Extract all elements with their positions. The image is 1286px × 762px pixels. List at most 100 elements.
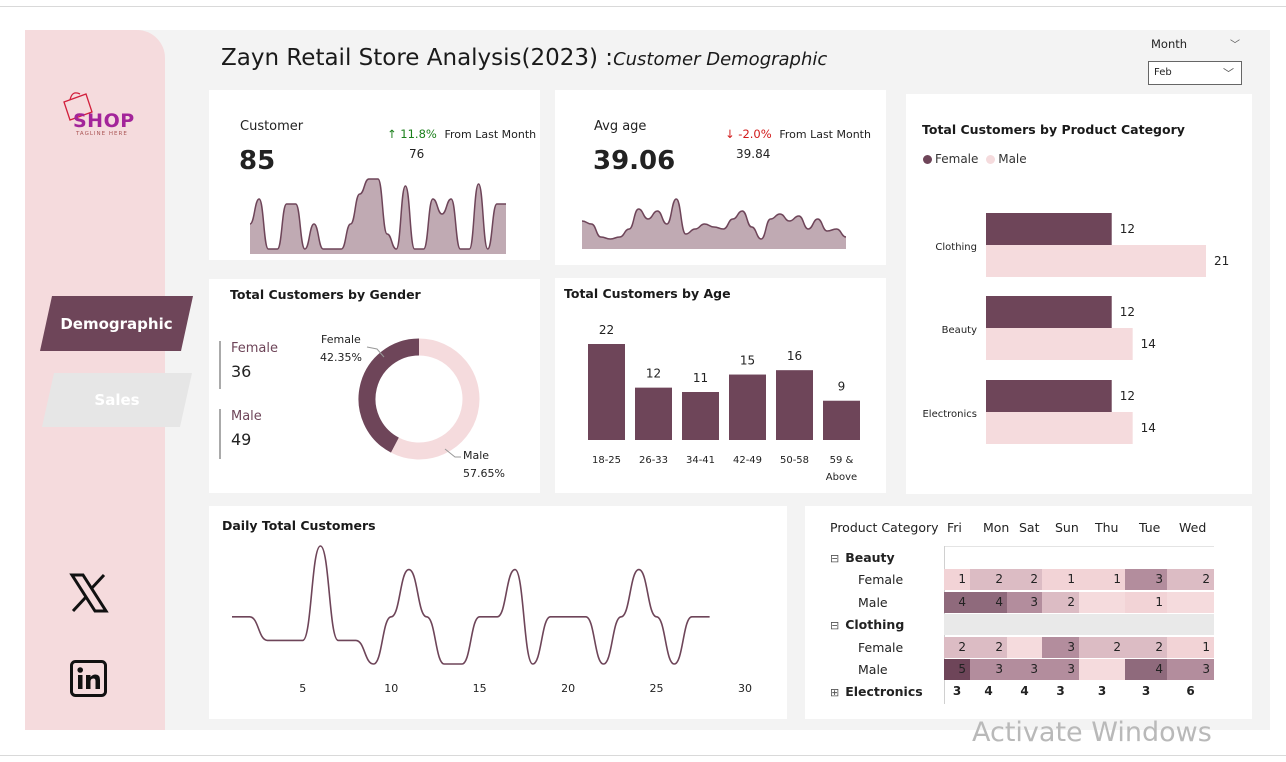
age-bar-value: 12: [646, 367, 661, 381]
age-bar: [635, 387, 672, 440]
category-bar-female: [986, 296, 1112, 328]
matrix-cell: [1079, 592, 1125, 613]
matrix-row-label: Female: [858, 569, 903, 590]
daily-line: [232, 545, 710, 665]
kpi-customer-delta: ↑ 11.8% From Last Month: [387, 127, 536, 141]
age-tick-label: 26-33: [639, 455, 668, 466]
category-bar-female: [986, 213, 1112, 245]
category-bar-male: [986, 328, 1133, 360]
matrix-row-label: Male: [858, 659, 888, 680]
category-bar-chart: Clothing 12 21 Beauty 12 14 Electronics 12 14: [922, 213, 1229, 444]
matrix-cell: [1125, 614, 1167, 635]
daily-x-tick: 25: [650, 682, 664, 695]
shop-logo: SHOP TAGLINE HERE: [56, 88, 136, 140]
matrix-row-label-text: Male: [858, 662, 888, 677]
collapse-icon[interactable]: ⊟: [830, 552, 839, 565]
category-bar-value: 12: [1120, 389, 1135, 403]
matrix-cell: 4: [984, 684, 993, 698]
month-slicer-value: Feb: [1154, 67, 1172, 78]
age-bar-value: 11: [693, 371, 708, 385]
matrix-group-toggle[interactable]: ⊟ Beauty: [830, 547, 895, 568]
matrix-cell: [970, 547, 1007, 568]
nav-demographic-button[interactable]: Demographic: [40, 296, 193, 351]
matrix-day-header: Mon: [983, 520, 1010, 535]
matrix-group-toggle[interactable]: ⊟ Clothing: [830, 614, 904, 635]
matrix-cell: 3: [1167, 659, 1214, 680]
category-bar-value: 12: [1120, 305, 1135, 319]
matrix-cell: 2: [1167, 569, 1214, 590]
matrix-day-header: Wed: [1179, 520, 1207, 535]
category-card: Total Customers by Product Category Fema…: [906, 94, 1252, 494]
matrix-cell: [1167, 547, 1214, 568]
category-bar-value: 14: [1141, 421, 1156, 435]
kpi-age-delta-value: ↓ -2.0%: [725, 127, 772, 141]
chevron-down-icon[interactable]: ﹀: [1230, 36, 1240, 51]
matrix-day-header: Sat: [1019, 520, 1040, 535]
x-icon[interactable]: [69, 573, 109, 613]
matrix-cell: 3: [1042, 637, 1079, 658]
matrix-cell: 3: [1125, 569, 1167, 590]
matrix-row-label-text: Female: [858, 640, 904, 655]
matrix-group-toggle[interactable]: ⊞ Electronics: [830, 681, 923, 702]
category-bar-value: 21: [1214, 254, 1229, 268]
age-bar: [729, 374, 766, 440]
age-bar: [776, 370, 813, 440]
kpi-customer-label: Customer: [240, 119, 304, 134]
donut-female-pct: 42.35%: [320, 351, 362, 364]
age-bar-chart: 22 18-25 12 26-33 11 34-41 15 42-49 16 50-58 9 59 &…: [588, 323, 860, 483]
daily-card: Daily Total Customers 5 10 15 20 25 30: [209, 506, 787, 719]
sparkline-area: [250, 179, 506, 254]
daily-line-chart: 5 10 15 20 25 30: [232, 545, 752, 695]
matrix-cell: 2: [1079, 637, 1125, 658]
activate-windows-watermark: Activate Windows: [972, 717, 1212, 748]
matrix-cell: [1125, 547, 1167, 568]
category-tick-label: Clothing: [935, 242, 977, 253]
age-tick-label: 42-49: [733, 455, 762, 466]
daily-x-tick: 5: [299, 682, 306, 695]
matrix-row-label-text: Clothing: [845, 617, 905, 632]
age-card: Total Customers by Age 22 18-25 12 26-33 11 3…: [555, 278, 886, 493]
age-bar: [588, 344, 625, 440]
donut-female-label: Female: [321, 333, 361, 346]
matrix-cell: [1079, 659, 1125, 680]
age-bar-value: 16: [787, 349, 802, 363]
daily-x-tick: 15: [473, 682, 487, 695]
matrix-cell: 3: [1097, 684, 1107, 698]
matrix-day-header: Fri: [947, 520, 962, 535]
month-slicer-dropdown[interactable]: Feb ﹀: [1148, 61, 1242, 85]
matrix-cell: [1007, 614, 1042, 635]
matrix-cell: 3: [970, 659, 1007, 680]
matrix-cell: 2: [970, 637, 1007, 658]
matrix-cell: 3: [1042, 659, 1079, 680]
matrix-cell: [1079, 614, 1125, 635]
matrix-row-label: Female: [858, 637, 903, 658]
linkedin-icon[interactable]: [70, 660, 107, 697]
matrix-cell: 4: [1125, 659, 1167, 680]
matrix-header: Product Category: [830, 520, 939, 535]
age-tick-label: 59 & Above: [826, 455, 857, 483]
matrix-cell: 4: [970, 592, 1007, 613]
kpi-age-delta-label: From Last Month: [779, 128, 871, 141]
nav-sales-button[interactable]: Sales: [42, 373, 192, 427]
matrix-row-label-text: Beauty: [845, 550, 895, 565]
matrix-cell: 2: [1042, 592, 1079, 613]
kpi-customer-prev: 76: [409, 147, 425, 161]
age-bar-value: 15: [740, 354, 755, 368]
category-bar-value: 14: [1141, 337, 1156, 351]
matrix-cell: 5: [944, 659, 970, 680]
matrix-cell: 3: [952, 684, 962, 698]
kpi-customer-value: 85: [239, 146, 276, 176]
kpi-customer-card: Customer 85 ↑ 11.8% From Last Month 76: [209, 90, 540, 260]
kpi-customer-sparkline: [250, 178, 506, 254]
expand-icon[interactable]: ⊞: [830, 686, 839, 699]
logo-tagline: TAGLINE HERE: [76, 131, 128, 137]
donut-male-pct: 57.65%: [463, 467, 505, 480]
sparkline-area: [582, 199, 846, 249]
donut-male-label: Male: [463, 449, 490, 462]
matrix-cell: [970, 614, 1007, 635]
matrix-cell: 4: [944, 592, 970, 613]
matrix-card: Product Category Fri Mon Sat Sun Thu Tue Wed ⊟…: [805, 506, 1252, 719]
matrix-row-label-text: Female: [858, 572, 904, 587]
collapse-icon[interactable]: ⊟: [830, 619, 839, 632]
matrix-cell: 4: [1020, 684, 1029, 698]
